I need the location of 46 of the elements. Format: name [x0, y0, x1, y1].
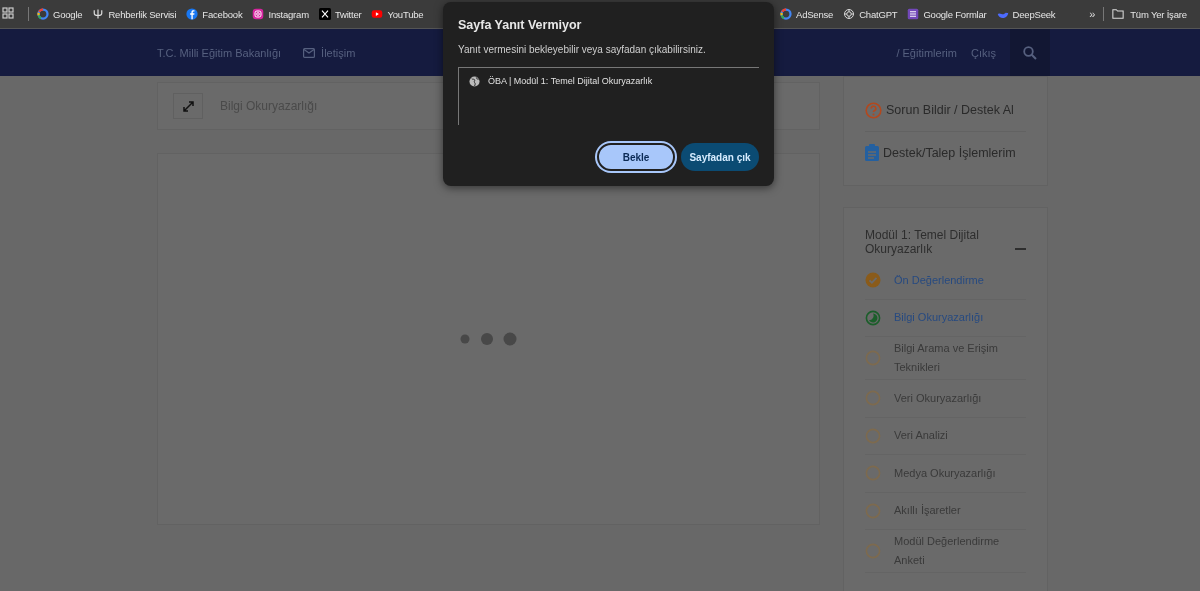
dialog-message: Yanıt vermesini bekleyebilir veya sayfadan çıkabilirsiniz.: [458, 44, 707, 55]
bookmark[interactable]: ChatGPT: [843, 8, 898, 20]
flower-icon: [843, 8, 856, 20]
wait-button[interactable]: Bekle: [597, 143, 675, 171]
bookmark[interactable]: Google Formlar: [907, 8, 987, 20]
bookmark[interactable]: Facebook: [186, 8, 243, 20]
empty-circle-icon: [865, 390, 881, 407]
bookmarks-folder[interactable]: Tüm Yer İşare: [1112, 8, 1187, 20]
leave-page-button[interactable]: Sayfadan çık: [681, 143, 759, 171]
bookmark[interactable]: Twitter: [318, 8, 362, 20]
fullscreen-button[interactable]: [173, 93, 203, 119]
loading-indicator: [459, 332, 518, 346]
bookmark[interactable]: YouTube: [371, 8, 424, 20]
youtube-icon: [371, 8, 384, 20]
expand-arrows-icon: [182, 100, 194, 112]
overflow-button[interactable]: »: [1089, 8, 1096, 20]
facebook-icon: [186, 8, 199, 20]
apps-grid-icon[interactable]: [2, 7, 14, 19]
x-icon: [318, 8, 331, 20]
folder-icon: [1112, 8, 1125, 20]
progress-circle-icon: [865, 309, 881, 326]
google-icon: [780, 8, 792, 20]
empty-circle-icon: [865, 350, 881, 366]
mail-icon: [303, 47, 316, 58]
bookmark[interactable]: DeepSeek: [996, 8, 1056, 20]
empty-circle-icon: [865, 427, 881, 444]
bookmark[interactable]: Google: [37, 8, 83, 20]
search-button[interactable]: [1010, 29, 1050, 76]
page-title: ÖBA | Modül 1: Temel Dijital Okuryazarlık: [488, 76, 653, 86]
empty-circle-icon: [865, 502, 881, 519]
help-icon: [865, 101, 882, 119]
check-circle-icon: [865, 272, 881, 289]
list-icon: [907, 8, 920, 20]
dialog-title: Sayfa Yanıt Vermiyor: [458, 18, 583, 32]
instagram-icon: [252, 8, 265, 20]
clipboard-icon: [865, 144, 879, 161]
trident-icon: [92, 8, 105, 20]
globe-icon: [469, 76, 480, 87]
bookmark[interactable]: AdSense: [780, 8, 834, 20]
empty-circle-icon: [865, 465, 881, 482]
module-title: Modül 1: Temel Dijital Okuryazarlık: [865, 228, 980, 256]
google-icon: [37, 8, 49, 20]
empty-circle-icon: [865, 543, 881, 559]
search-icon: [1023, 45, 1037, 60]
bookmark[interactable]: Rehberlik Servisi: [92, 8, 177, 20]
bookmark[interactable]: Instagram: [252, 8, 309, 20]
